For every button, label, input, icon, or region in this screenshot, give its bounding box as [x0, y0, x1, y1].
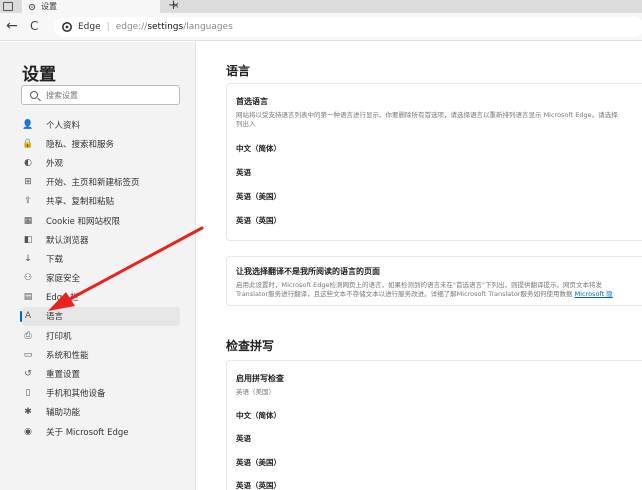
- sidebar-item-icon: ◉: [24, 426, 32, 437]
- spellcheck-desc: 英语（美国）: [236, 388, 275, 396]
- sidebar-item[interactable]: ◧ 默认浏览器: [22, 230, 180, 249]
- reload-button[interactable]: C: [30, 19, 38, 33]
- url-path: /languages: [183, 22, 233, 32]
- spellcheck-card: 启用拼写检查 英语（美国） 中文（简体） 英语 英语（美国） 英语（英国）: [226, 360, 642, 490]
- translate-desc-2-text: Translator服务进行翻译，且这些文本不存储文本以进行服务改进。详细了解M…: [236, 290, 573, 298]
- sidebar-item[interactable]: A 语言: [20, 306, 180, 327]
- preferred-languages-title: 首选语言: [236, 97, 268, 106]
- sidebar-item[interactable]: 🔒 隐私、搜索和服务: [22, 134, 180, 153]
- language-row[interactable]: 英语: [236, 160, 636, 184]
- sidebar-item-label: 语言: [46, 312, 64, 323]
- sidebar-item-label: 下载: [46, 254, 64, 265]
- address-field[interactable]: Edge | edge:// settings /languages: [54, 17, 642, 37]
- sidebar-item-icon: ▯: [25, 388, 31, 399]
- search-input[interactable]: [46, 90, 176, 100]
- sidebar-item[interactable]: ⊞ 开始、主页和新建标签页: [22, 173, 180, 192]
- sidebar-item-label: Edge 栏: [46, 293, 79, 304]
- sidebar-item-icon: ↓: [24, 253, 32, 264]
- sidebar-item-icon: ⎙: [24, 330, 32, 341]
- sidebar-item-icon: 👤: [22, 119, 34, 130]
- translate-desc-1: 启用此设置时，Microsoft Edge检测网页上的语言，如果检测到的语言未在…: [236, 281, 602, 289]
- sidebar-item-label: 外观: [46, 158, 64, 169]
- back-button[interactable]: ←: [6, 18, 18, 34]
- privacy-link[interactable]: Microsoft 隐: [575, 290, 613, 298]
- sidebar-item[interactable]: 👤 个人资料: [22, 115, 180, 134]
- sidebar-item-icon: ▤: [23, 292, 33, 303]
- sidebar-item[interactable]: ⇪ 共享、复制和粘贴: [22, 192, 180, 211]
- edge-logo-icon: [62, 22, 72, 32]
- sidebar-item-icon: ↺: [24, 369, 32, 380]
- sidebar-item[interactable]: ▯ 手机和其他设备: [22, 384, 180, 403]
- sidebar-item-label: 辅助功能: [46, 408, 81, 419]
- sidebar-item-icon: A: [24, 311, 32, 322]
- language-row[interactable]: 英语（美国）: [236, 184, 636, 208]
- sidebar-item-label: 家庭安全: [46, 274, 81, 285]
- settings-search[interactable]: [21, 85, 180, 105]
- sidebar-item[interactable]: ▭ 系统和性能: [22, 345, 180, 364]
- sidebar-item-label: Cookie 和网站权限: [46, 216, 121, 227]
- url-scheme: edge://: [115, 22, 148, 32]
- sidebar-item-label: 个人资料: [46, 120, 81, 131]
- spellcheck-title: 启用拼写检查: [236, 374, 284, 383]
- edge-brand-label: Edge: [78, 22, 101, 32]
- sidebar-item-label: 手机和其他设备: [46, 389, 106, 400]
- address-separator: |: [106, 22, 110, 32]
- tab-settings[interactable]: 设置 ×: [22, 0, 180, 13]
- language-row[interactable]: 英语（英国）: [236, 208, 636, 232]
- sidebar-item-icon: ⇪: [24, 196, 32, 207]
- preferred-languages-list: 中文（简体） 英语 英语（美国） 英语（英国）: [236, 136, 636, 232]
- sidebar-item[interactable]: ↺ 重置设置: [22, 364, 180, 383]
- sidebar-item[interactable]: ◐ 外观: [22, 153, 180, 172]
- spellcheck-languages-list: 中文（简体） 英语 英语（美国） 英语（英国）: [236, 403, 636, 490]
- sidebar-item-label: 打印机: [46, 331, 72, 342]
- language-row[interactable]: 英语（美国）: [236, 450, 636, 474]
- sidebar-item-label: 重置设置: [46, 370, 81, 381]
- sidebar-item-label: 共享、复制和粘贴: [46, 197, 115, 208]
- settings-sidebar: 设置 👤 个人资料 🔒 隐私、搜索和服务 ◐ 外观 ⊞ 开始、主页和新建标签页 ⇪ 共享、复制和粘…: [0, 42, 196, 490]
- translate-desc-2: Translator服务进行翻译，且这些文本不存储文本以进行服务改进。详细了解M…: [236, 290, 636, 299]
- sidebar-item-icon: ◧: [23, 234, 33, 245]
- section-title-spellcheck: 检查拼写: [226, 339, 275, 353]
- sidebar-title: 设置: [22, 65, 56, 85]
- sidebar-item-icon: ▭: [23, 349, 33, 360]
- language-row[interactable]: 中文（简体）: [236, 403, 636, 427]
- translate-title: 让我选择翻译不是我所阅读的语言的页面: [236, 267, 380, 276]
- sidebar-item[interactable]: ↓ 下载: [22, 249, 180, 268]
- sidebar-item-label: 默认浏览器: [46, 235, 89, 246]
- translate-card[interactable]: 让我选择翻译不是我所阅读的语言的页面 启用此设置时，Microsoft Edge…: [226, 256, 642, 306]
- window-menu-icon[interactable]: [3, 2, 13, 11]
- tab-strip: 设置 × +: [0, 0, 642, 13]
- tab-title: 设置: [41, 2, 57, 11]
- sidebar-item-label: 系统和性能: [46, 350, 89, 361]
- sidebar-item[interactable]: ▦ Cookie 和网站权限: [22, 211, 180, 230]
- search-icon: [30, 91, 38, 99]
- sidebar-item[interactable]: ▤ Edge 栏: [22, 288, 180, 307]
- sidebar-item-icon: 🔒: [22, 138, 34, 149]
- language-row[interactable]: 英语（英国）: [236, 474, 636, 490]
- settings-main: 语言 首选语言 网站将以受支持语言列表中的第一种语言进行显示。你要删除所有首选项…: [197, 42, 642, 490]
- sidebar-item-icon: ✱: [24, 407, 32, 418]
- sidebar-item-icon: ▦: [23, 215, 33, 226]
- sidebar-item[interactable]: ◉ 关于 Microsoft Edge: [22, 422, 180, 441]
- sidebar-item-label: 关于 Microsoft Edge: [46, 427, 129, 438]
- gear-icon: [28, 3, 36, 10]
- preferred-languages-card: 首选语言 网站将以受支持语言列表中的第一种语言进行显示。你要删除所有首选项，请选…: [226, 83, 642, 241]
- sidebar-item-icon: ⚇: [23, 273, 33, 284]
- language-row[interactable]: 英语: [236, 427, 636, 451]
- new-tab-button[interactable]: +: [168, 0, 179, 13]
- sidebar-item[interactable]: ✱ 辅助功能: [22, 403, 180, 422]
- sidebar-item-label: 开始、主页和新建标签页: [46, 178, 140, 189]
- sidebar-item[interactable]: ⚇ 家庭安全: [22, 269, 180, 288]
- preferred-languages-desc-2: 列出入: [236, 120, 256, 128]
- address-bar-row: ← C Edge | edge:// settings /languages: [0, 13, 642, 41]
- sidebar-nav: 👤 个人资料 🔒 隐私、搜索和服务 ◐ 外观 ⊞ 开始、主页和新建标签页 ⇪ 共享、复制和粘贴 ▦ C…: [20, 115, 180, 441]
- sidebar-item-icon: ◐: [24, 157, 32, 168]
- preferred-languages-desc: 网站将以受支持语言列表中的第一种语言进行显示。你要删除所有首选项，请选择语言以重…: [236, 111, 618, 119]
- section-title-languages: 语言: [226, 64, 251, 78]
- sidebar-item-icon: ⊞: [24, 177, 32, 188]
- sidebar-item[interactable]: ⎙ 打印机: [22, 326, 180, 345]
- language-row[interactable]: 中文（简体）: [236, 136, 636, 160]
- url-host: settings: [147, 22, 184, 32]
- sidebar-item-label: 隐私、搜索和服务: [46, 139, 115, 150]
